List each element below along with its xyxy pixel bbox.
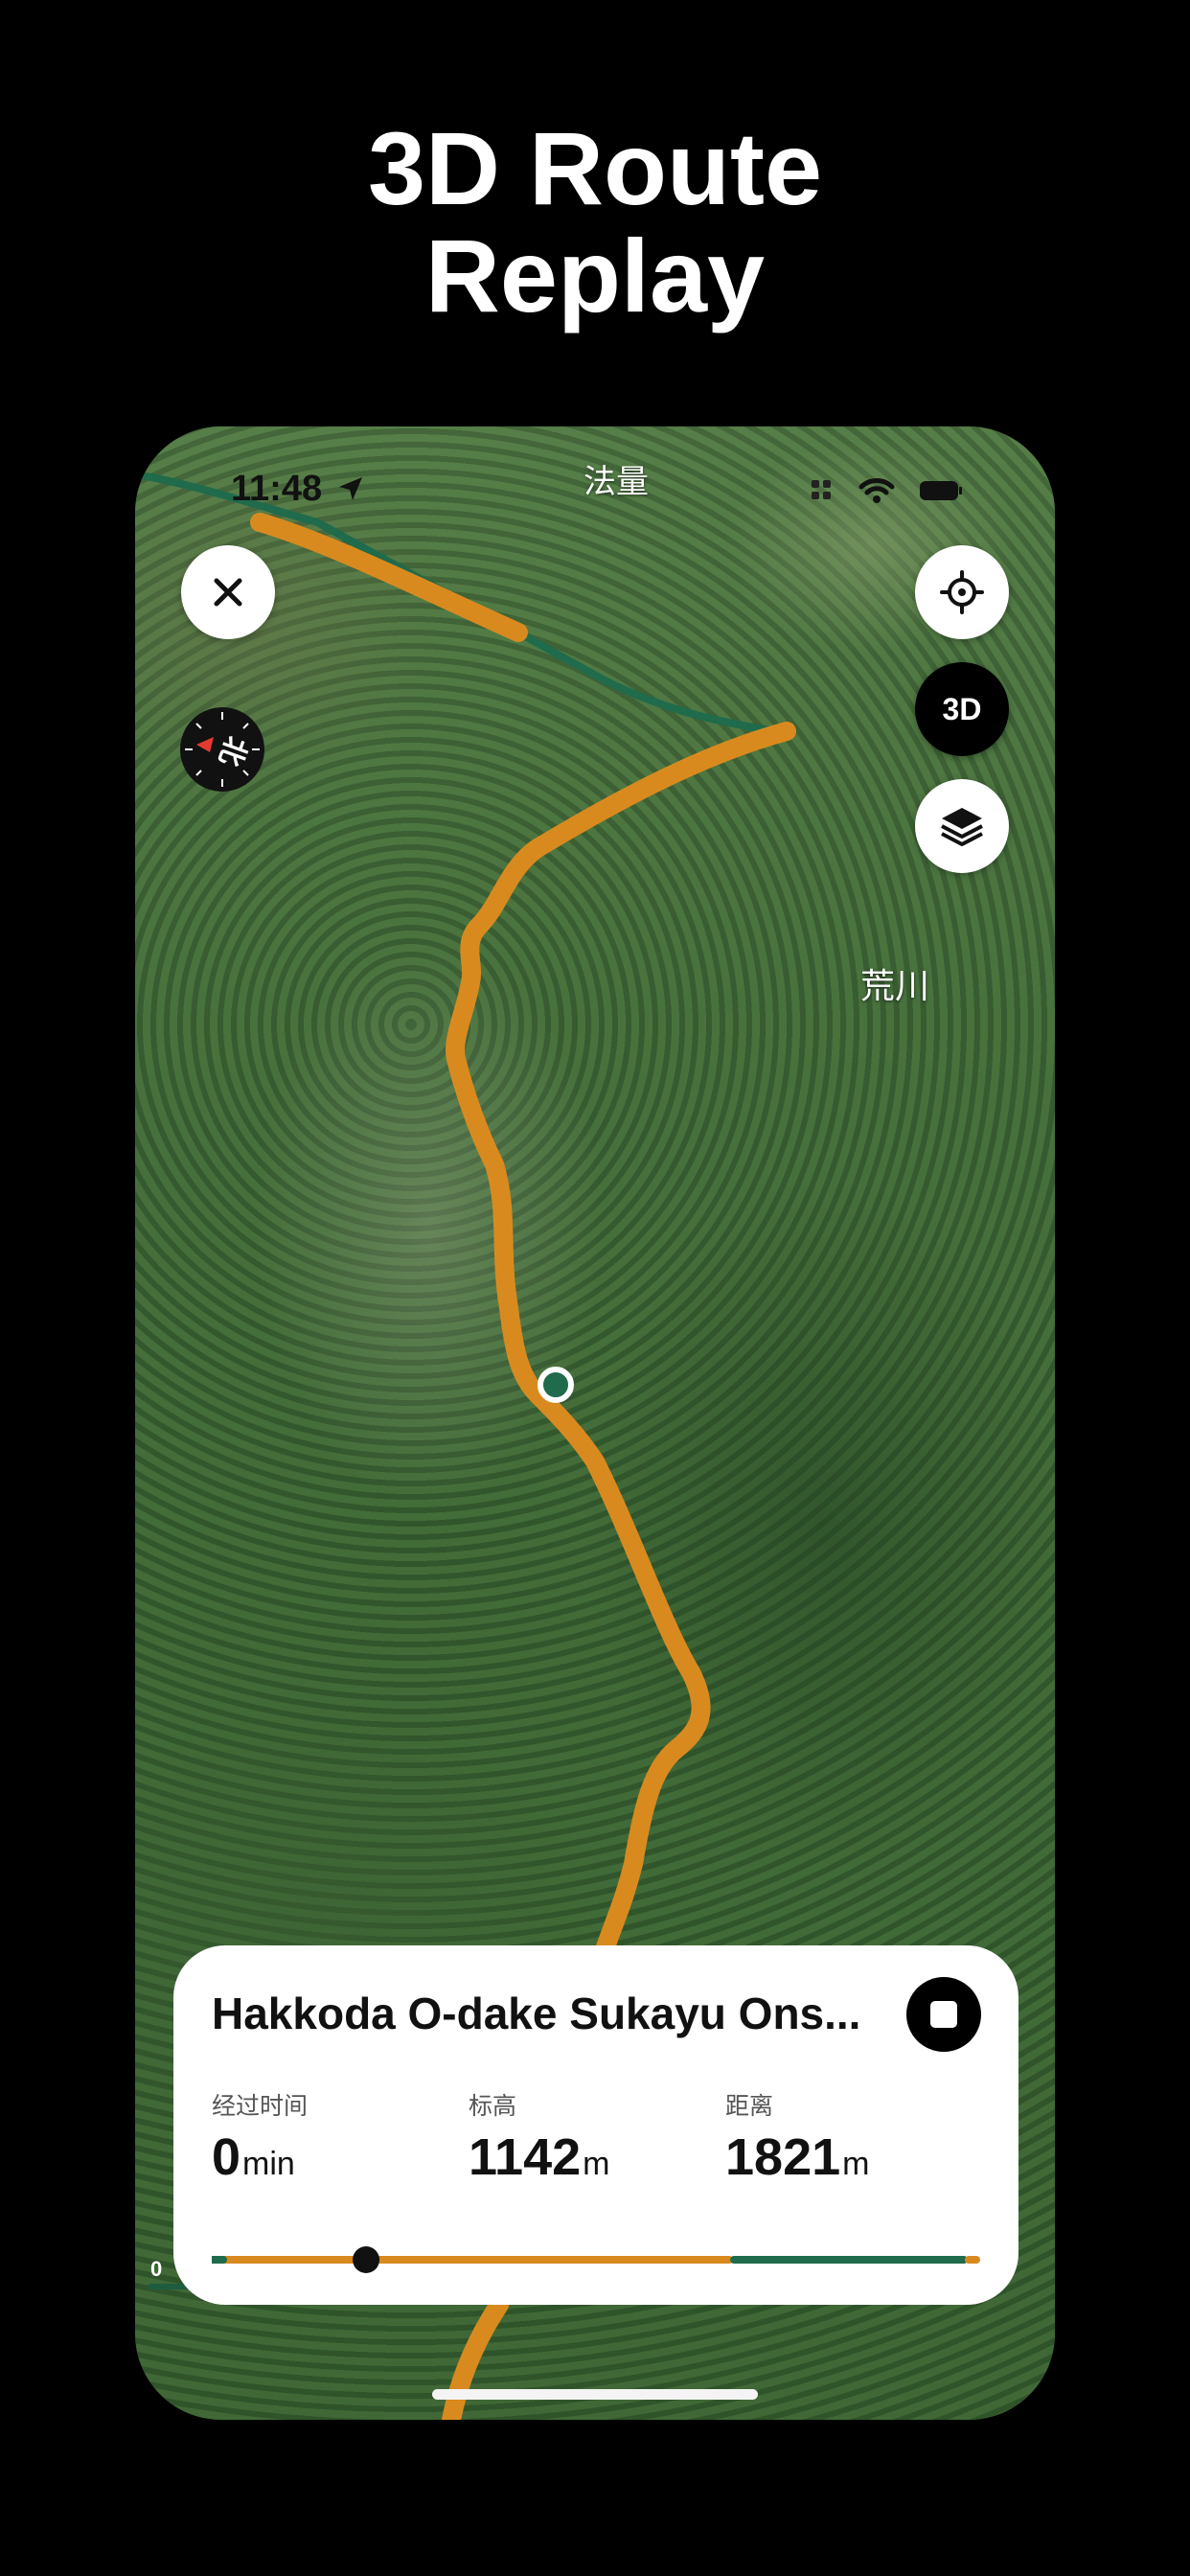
- wifi-icon: [858, 478, 895, 503]
- grid-dots-icon: [812, 480, 831, 499]
- battery-icon: [920, 481, 962, 500]
- stat-value: 0: [212, 2128, 241, 2186]
- progress-thumb: [353, 2246, 380, 2273]
- stop-icon: [930, 2001, 957, 2028]
- stat-elevation: 标高 1142m: [469, 2087, 609, 2187]
- scale-zero-label: 0: [150, 2257, 163, 2281]
- stat-label: 经过时间: [212, 2093, 309, 2120]
- route-title: Hakkoda O-dake Sukayu Ons...: [212, 1989, 861, 2038]
- layers-icon: [941, 808, 983, 846]
- stat-label: 距离: [725, 2093, 774, 2120]
- stop-button[interactable]: [906, 1977, 981, 2052]
- stat-unit: min: [242, 2146, 295, 2182]
- layers-button[interactable]: [915, 779, 1009, 873]
- route-endpoint-dot: [780, 724, 793, 738]
- replay-progress-slider[interactable]: [212, 2245, 980, 2274]
- stat-unit: m: [842, 2146, 870, 2182]
- headline: 3D Route Replay: [0, 115, 1190, 330]
- status-place-label: 法量: [584, 464, 649, 500]
- locate-button[interactable]: [915, 545, 1009, 639]
- current-position-marker: [538, 1367, 574, 1403]
- headline-line1: 3D Route: [367, 110, 823, 226]
- compass[interactable]: 北: [179, 706, 265, 793]
- close-button[interactable]: [181, 545, 275, 639]
- stat-distance: 距离 1821m: [725, 2087, 869, 2187]
- status-bar: 11:48 法量: [135, 426, 1055, 532]
- mode-3d-label: 3D: [942, 691, 982, 726]
- close-icon: [214, 578, 242, 607]
- home-indicator: [432, 2389, 758, 2400]
- stat-value: 1142: [469, 2128, 582, 2186]
- stat-elapsed-time: 经过时间 0min: [212, 2087, 308, 2187]
- stat-value: 1821: [725, 2128, 841, 2186]
- status-time: 11:48: [231, 469, 323, 509]
- phone-screen: 11:48 法量 北 3D 荒川 0 Hakkoda O-dake Sukayu…: [135, 426, 1055, 2420]
- map-place-label: 荒川: [860, 966, 930, 1005]
- locate-icon: [940, 570, 984, 614]
- mode-3d-button[interactable]: 3D: [915, 662, 1009, 756]
- headline-line2: Replay: [424, 218, 766, 334]
- stat-unit: m: [583, 2146, 610, 2182]
- status-icons: [810, 476, 963, 505]
- location-arrow-icon: [339, 477, 362, 500]
- replay-info-card: Hakkoda O-dake Sukayu Ons... 经过时间 0min 标…: [173, 1945, 1018, 2305]
- stat-label: 标高: [469, 2093, 517, 2120]
